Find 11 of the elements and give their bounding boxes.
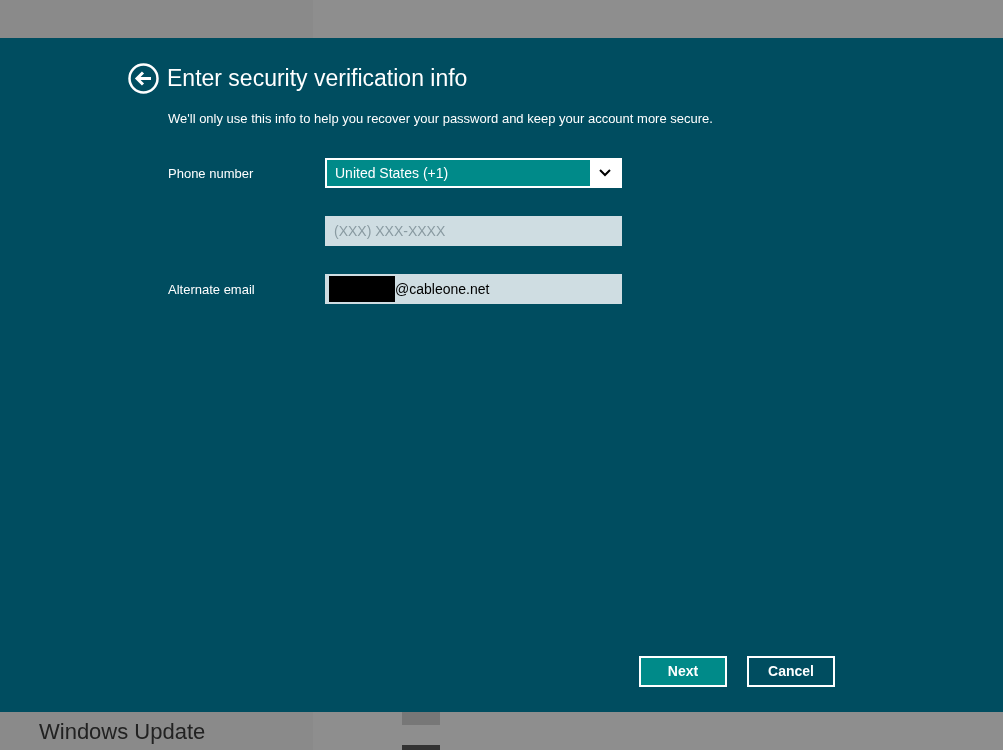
cancel-button[interactable]: Cancel <box>747 656 835 687</box>
redaction-block <box>329 276 395 302</box>
email-input[interactable]: @cableone.net <box>325 274 622 304</box>
field-label: Phone number <box>168 166 254 181</box>
phone-input[interactable]: (XXX) XXX-XXXX <box>325 216 622 246</box>
description-text: We'll only use this info to help you recover your password and keep your account more secure. <box>168 109 714 128</box>
field-label: Alternate email <box>168 282 255 297</box>
next-button[interactable]: Next <box>639 656 727 687</box>
chevron-down-icon <box>599 169 611 177</box>
country-dropdown[interactable]: United States (+1) <box>325 158 622 188</box>
dialog-title: Enter security verification info <box>167 64 468 93</box>
